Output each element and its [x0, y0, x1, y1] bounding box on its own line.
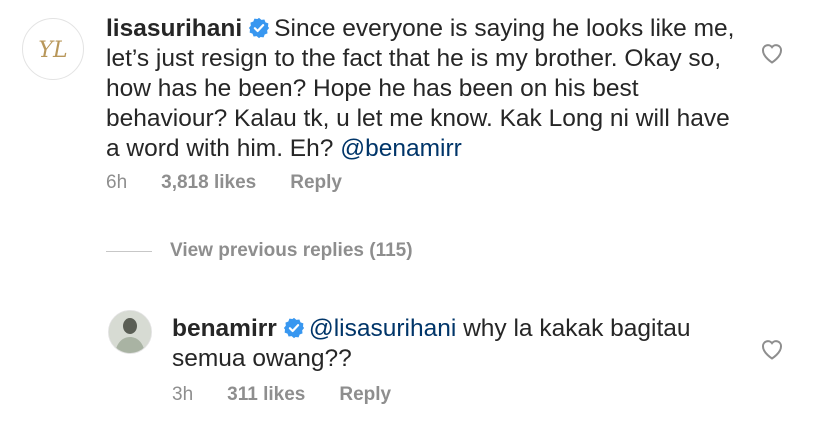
comment-username[interactable]: lisasurihani [106, 15, 242, 42]
reply-username[interactable]: benamirr [172, 315, 277, 342]
likes-count[interactable]: 3,818 likes [161, 172, 256, 193]
svg-text:YL: YL [38, 38, 67, 63]
comment-meta: 6h 3,818 likes Reply [106, 172, 376, 194]
view-previous-replies-label[interactable]: View previous replies (115) [170, 240, 413, 262]
monogram-logo-icon: YL [38, 38, 67, 63]
main-comment-body: lisasurihani Since everyone is saying he … [106, 14, 736, 164]
reply-comment-body: benamirr @lisasurihani why la kakak bagit… [172, 314, 732, 374]
mention-link[interactable]: @lisasurihani [309, 315, 456, 342]
verified-badge-icon [283, 317, 304, 339]
reply-button[interactable]: Reply [290, 172, 342, 193]
reply-likes-count[interactable]: 311 likes [227, 384, 305, 405]
avatar-benamirr[interactable] [108, 310, 152, 354]
view-previous-replies[interactable]: View previous replies (115) [106, 240, 413, 262]
reply-button[interactable]: Reply [339, 384, 391, 405]
divider-line [106, 250, 152, 252]
avatar-lisasurihani[interactable]: YL [22, 18, 84, 80]
mention-link[interactable]: @benamirr [340, 135, 462, 162]
reply-time: 3h [172, 384, 194, 405]
user-photo-icon [109, 311, 151, 353]
comment-time: 6h [106, 172, 128, 193]
heart-icon[interactable] [760, 42, 784, 64]
verified-badge-icon [249, 17, 270, 39]
heart-icon[interactable] [760, 338, 784, 360]
reply-meta: 3h 311 likes Reply [172, 384, 425, 406]
